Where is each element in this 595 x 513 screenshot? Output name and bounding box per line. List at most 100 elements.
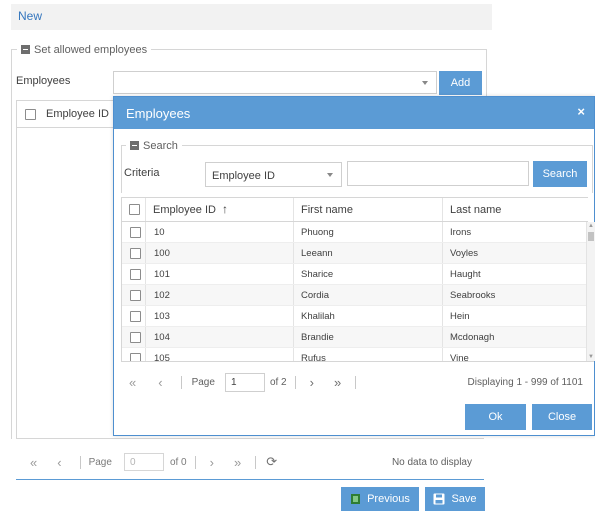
- table-row[interactable]: 102 Cordia Seabrooks: [122, 285, 588, 306]
- employees-dialog: Employees × Search Criteria Employee ID …: [113, 96, 595, 436]
- last-page-button[interactable]: »: [234, 455, 241, 470]
- scroll-down-icon[interactable]: ▼: [588, 354, 594, 360]
- pager-status: Displaying 1 - 999 of 1101: [467, 376, 583, 388]
- page-title: New: [18, 9, 43, 23]
- employees-label: Employees: [16, 75, 71, 87]
- pager-separator: [294, 375, 296, 389]
- chevron-down-icon[interactable]: [327, 172, 333, 177]
- next-page-button[interactable]: ›: [210, 455, 214, 470]
- cell-employee-id: 100: [154, 248, 170, 259]
- collapse-icon[interactable]: [21, 45, 30, 54]
- cell-last-name: Hein: [450, 311, 470, 322]
- page-header: New: [11, 4, 492, 30]
- close-button[interactable]: Close: [532, 404, 592, 430]
- table-row[interactable]: 104 Brandie Mcdonagh: [122, 327, 588, 348]
- table-row[interactable]: 10 Phuong Irons: [122, 222, 588, 243]
- table-row[interactable]: 105 Rufus Vine: [122, 348, 588, 361]
- fieldset-legend-text: Set allowed employees: [34, 43, 148, 56]
- employees-combobox[interactable]: [113, 71, 437, 94]
- save-button-label: Save: [451, 493, 477, 505]
- pager-separator: [180, 375, 182, 389]
- column-header-last-name[interactable]: Last name: [450, 204, 501, 216]
- scrollbar-thumb[interactable]: [588, 232, 594, 241]
- add-button[interactable]: Add: [439, 71, 482, 95]
- table-row[interactable]: 101 Sharice Haught: [122, 264, 588, 285]
- cell-first-name: Leeann: [301, 248, 333, 259]
- collapse-icon[interactable]: [130, 141, 139, 150]
- dialog-grid-pager: « ‹ Page 1 of 2 › » Displaying 1 - 999 o…: [121, 370, 591, 394]
- select-all-checkbox[interactable]: [129, 204, 140, 215]
- search-input[interactable]: [347, 161, 529, 186]
- previous-button-label: Previous: [367, 493, 410, 505]
- row-checkbox[interactable]: [130, 332, 141, 343]
- pager-status: No data to display: [391, 456, 472, 468]
- search-legend[interactable]: Search: [126, 139, 182, 152]
- select-all-checkbox[interactable]: [25, 109, 36, 120]
- cell-first-name: Sharice: [301, 269, 334, 280]
- first-page-button[interactable]: «: [30, 455, 37, 470]
- first-page-button[interactable]: «: [129, 375, 136, 390]
- employees-grid-header: Employee ID: [16, 100, 114, 128]
- employees-grid-pager: « ‹ Page 0 of 0 › » ⟳ No data to display: [22, 450, 482, 474]
- row-checkbox[interactable]: [130, 353, 141, 361]
- cell-employee-id: 10: [154, 227, 165, 238]
- footer-divider: [16, 479, 484, 480]
- close-icon[interactable]: ×: [577, 104, 585, 119]
- refresh-icon[interactable]: ⟳: [266, 454, 277, 470]
- previous-page-button[interactable]: ‹: [57, 455, 61, 470]
- column-divider: [442, 198, 443, 221]
- cell-first-name: Khalilah: [301, 311, 335, 322]
- row-checkbox[interactable]: [130, 227, 141, 238]
- previous-button[interactable]: Previous: [341, 487, 419, 511]
- scroll-up-icon[interactable]: ▲: [588, 223, 594, 229]
- cell-last-name: Vine: [450, 353, 469, 361]
- column-header-employee-id[interactable]: Employee ID: [153, 204, 216, 216]
- cell-first-name: Rufus: [301, 353, 326, 361]
- grid-pager-divider: [16, 438, 484, 439]
- table-row[interactable]: 103 Khalilah Hein: [122, 306, 588, 327]
- cell-employee-id: 104: [154, 332, 170, 343]
- save-button[interactable]: Save: [425, 487, 485, 511]
- dialog-titlebar[interactable]: Employees ×: [114, 97, 594, 129]
- search-button[interactable]: Search: [533, 161, 587, 187]
- search-fieldset-top: [121, 145, 593, 146]
- next-page-button[interactable]: ›: [310, 375, 314, 390]
- search-legend-text: Search: [143, 139, 178, 152]
- fieldset-border-right: [486, 49, 487, 99]
- fieldset-legend[interactable]: Set allowed employees: [17, 43, 152, 56]
- cell-employee-id: 102: [154, 290, 170, 301]
- fieldset-border-left: [11, 49, 12, 439]
- row-checkbox[interactable]: [130, 269, 141, 280]
- row-checkbox[interactable]: [130, 311, 141, 322]
- last-page-button[interactable]: »: [334, 375, 341, 390]
- pager-separator: [79, 455, 81, 469]
- cell-last-name: Mcdonagh: [450, 332, 495, 343]
- dialog-title: Employees: [126, 106, 191, 121]
- page-number-input[interactable]: 1: [224, 372, 265, 392]
- chevron-down-icon[interactable]: [422, 80, 428, 85]
- row-checkbox[interactable]: [130, 248, 141, 259]
- pager-separator: [355, 375, 357, 389]
- grid-vertical-scrollbar[interactable]: ▲ ▼: [586, 222, 595, 361]
- row-checkbox[interactable]: [130, 290, 141, 301]
- page-label: Page: [191, 376, 215, 388]
- save-icon: [433, 493, 445, 505]
- search-fieldset-left: [121, 145, 122, 193]
- cell-last-name: Irons: [450, 227, 472, 238]
- table-row[interactable]: 100 Leeann Voyles: [122, 243, 588, 264]
- page-number-input[interactable]: 0: [123, 453, 164, 471]
- cell-employee-id: 103: [154, 311, 170, 322]
- column-header-employee-id[interactable]: Employee ID: [46, 108, 109, 120]
- column-header-first-name[interactable]: First name: [301, 204, 353, 216]
- criteria-select[interactable]: Employee ID: [205, 162, 342, 187]
- cell-last-name: Haught: [450, 269, 481, 280]
- cell-employee-id: 101: [154, 269, 170, 280]
- grid-pager-divider: [121, 361, 594, 362]
- criteria-select-value: Employee ID: [212, 170, 275, 182]
- sort-ascending-icon[interactable]: ↑: [222, 202, 228, 216]
- ok-button[interactable]: Ok: [465, 404, 526, 430]
- employees-grid-header: Employee ID ↑ First name Last name: [121, 197, 588, 222]
- previous-page-button[interactable]: ‹: [158, 375, 162, 390]
- search-fieldset-right: [592, 145, 593, 193]
- cell-first-name: Brandie: [301, 332, 334, 343]
